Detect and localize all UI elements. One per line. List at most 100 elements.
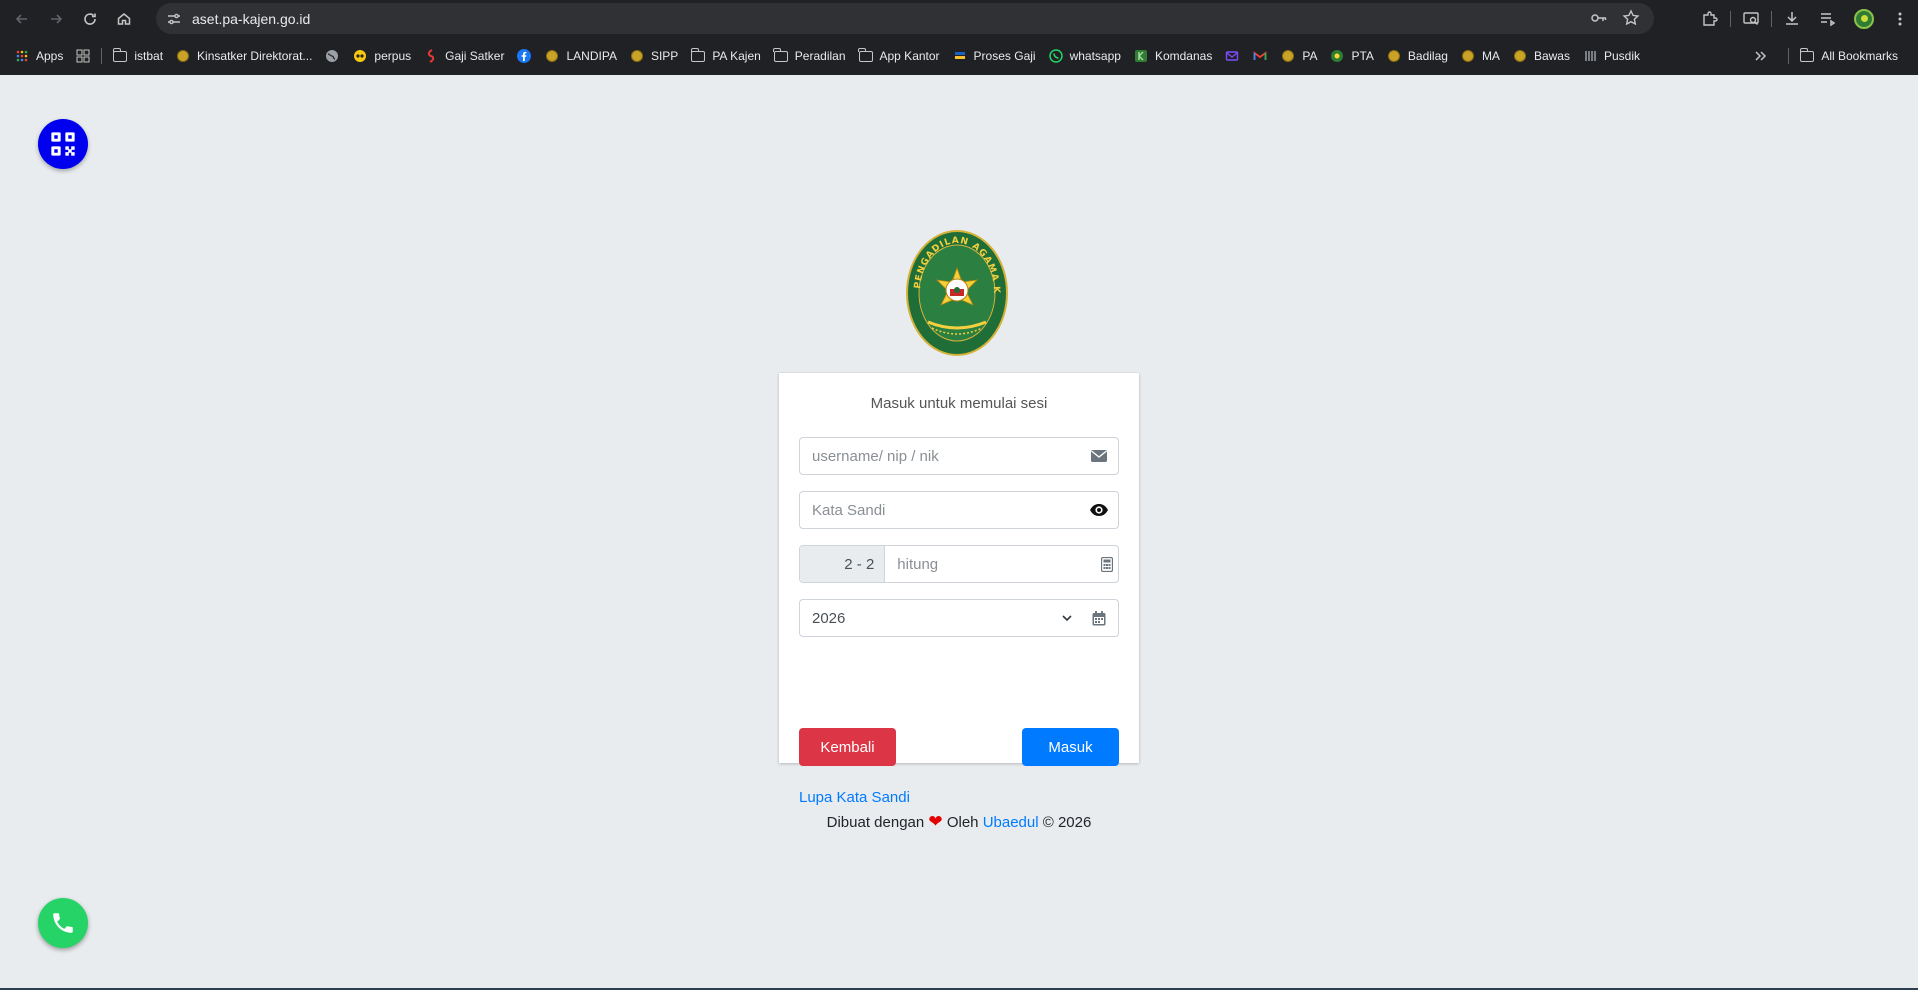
home-button[interactable] — [110, 5, 138, 33]
phone-icon — [53, 913, 73, 933]
url-text[interactable]: aset.pa-kajen.go.id — [192, 11, 310, 27]
bookmark-label: perpus — [374, 49, 412, 63]
year-select-value: 2026 — [812, 609, 846, 627]
more-bookmarks-button[interactable] — [1746, 42, 1774, 70]
bookmark-app-kantor[interactable]: App Kantor — [852, 42, 946, 70]
bookmark-label: istbat — [134, 49, 164, 63]
arrow-left-icon — [15, 13, 27, 24]
bookmark-gaji-satker[interactable]: Gaji Satker — [417, 42, 510, 70]
calculator-icon — [1096, 546, 1118, 582]
bookmark-pusdik[interactable]: Pusdik — [1576, 42, 1646, 70]
download-icon — [1786, 11, 1798, 25]
toolbar-divider — [1771, 10, 1772, 27]
back-nav-button[interactable] — [8, 5, 36, 33]
gaji-icon — [423, 48, 439, 64]
qr-scan-button[interactable] — [38, 119, 88, 169]
back-button[interactable]: Kembali — [799, 728, 896, 766]
profile-button[interactable] — [1846, 1, 1882, 37]
bookmark-proses-gaji[interactable]: Proses Gaji — [946, 42, 1042, 70]
bookmark-kinsatker[interactable]: Kinsatker Direktorat... — [169, 42, 318, 70]
star-icon[interactable] — [1622, 9, 1640, 27]
lens-search-button[interactable] — [1733, 1, 1769, 37]
facebook-icon — [516, 48, 532, 64]
forward-nav-button[interactable] — [42, 5, 70, 33]
username-input[interactable] — [800, 438, 1080, 474]
kebab-menu-icon — [1898, 12, 1902, 25]
browser-toolbar: aset.pa-kajen.go.id — [0, 0, 1918, 37]
mail-icon — [1224, 48, 1240, 64]
folder-icon — [858, 47, 874, 64]
coin-icon — [629, 48, 645, 64]
bookmark-label: PTA — [1351, 49, 1374, 63]
footer-made-with: Dibuat dengan — [826, 814, 925, 831]
bookmark-label: Peradilan — [794, 49, 846, 63]
bookmark-istbat[interactable]: istbat — [106, 42, 169, 70]
forgot-password-link[interactable]: Lupa Kata Sandi — [799, 789, 910, 806]
captcha-answer-input[interactable] — [885, 546, 1097, 582]
whatsapp-contact-button[interactable] — [38, 898, 88, 948]
address-bar[interactable]: aset.pa-kajen.go.id — [156, 3, 1654, 34]
bookmarks-bar-right: All Bookmarks — [1746, 37, 1904, 75]
all-bookmarks-label: All Bookmarks — [1821, 49, 1898, 63]
puzzle-icon — [1703, 10, 1718, 26]
bookmark-label: Badilag — [1407, 49, 1448, 63]
folder-icon — [773, 47, 789, 64]
bookmark-mail[interactable] — [1218, 42, 1246, 70]
coin-icon — [1280, 48, 1296, 64]
bookmark-globe[interactable] — [318, 42, 346, 70]
folder-icon — [112, 47, 128, 64]
year-select[interactable]: 2026 — [800, 600, 1080, 636]
playlist-icon — [1821, 12, 1836, 26]
bookmark-bawas[interactable]: Bawas — [1506, 42, 1576, 70]
bookmarks-divider — [101, 48, 103, 64]
reading-list-button[interactable] — [1810, 1, 1846, 37]
author-link[interactable]: Ubaedul — [983, 814, 1039, 831]
bookmark-whatsapp[interactable]: whatsapp — [1042, 42, 1127, 70]
login-card: Masuk untuk memulai sesi 2 - 2 2026 — [779, 373, 1139, 806]
toolbar-divider — [1730, 10, 1731, 27]
bookmark-perpus[interactable]: perpus — [346, 42, 417, 70]
qr-code-icon — [51, 132, 75, 156]
pusdik-icon — [1582, 48, 1598, 64]
bookmark-label: Bawas — [1533, 49, 1570, 63]
password-field-group — [799, 491, 1119, 529]
calendar-icon — [1080, 600, 1118, 636]
coin-icon — [1386, 48, 1402, 64]
key-icon[interactable] — [1590, 9, 1608, 27]
bookmark-pta[interactable]: PTA — [1323, 42, 1379, 70]
all-bookmarks-button[interactable]: All Bookmarks — [1793, 42, 1904, 70]
bookmark-pa-kajen[interactable]: PA Kajen — [684, 42, 766, 70]
reload-button[interactable] — [76, 5, 104, 33]
bookmark-label: Proses Gaji — [973, 49, 1036, 63]
eye-icon[interactable] — [1080, 492, 1118, 528]
page-content: PENGADILAN AGAMA KAJEN Masuk untuk memul… — [0, 75, 1918, 990]
bookmark-grid[interactable] — [69, 42, 97, 70]
envelope-icon — [1080, 438, 1118, 474]
bookmark-sipp[interactable]: SIPP — [623, 42, 684, 70]
footer-by: Oleh — [946, 814, 979, 831]
bookmark-pa[interactable]: PA — [1274, 42, 1323, 70]
heart-icon: ❤ — [928, 812, 943, 831]
bookmark-landipa[interactable]: LANDIPA — [538, 42, 622, 70]
bookmark-gmail[interactable] — [1246, 42, 1274, 70]
extensions-button[interactable] — [1692, 1, 1728, 37]
bookmark-ma[interactable]: MA — [1454, 42, 1506, 70]
bookmark-badilag[interactable]: Badilag — [1380, 42, 1454, 70]
whatsapp-icon — [1048, 48, 1064, 64]
site-info-icon[interactable] — [164, 9, 184, 29]
bookmark-peradilan[interactable]: Peradilan — [767, 42, 852, 70]
chevron-down-icon — [1062, 615, 1072, 622]
bookmarks-divider — [1788, 48, 1790, 64]
bookmark-label: App Kantor — [879, 49, 940, 63]
menu-button[interactable] — [1882, 1, 1918, 37]
downloads-button[interactable] — [1774, 1, 1810, 37]
login-button[interactable]: Masuk — [1022, 728, 1119, 766]
bookmark-apps[interactable]: Apps — [8, 42, 69, 70]
bookmark-komdanas[interactable]: Komdanas — [1127, 42, 1218, 70]
bookmark-facebook[interactable] — [510, 42, 538, 70]
captcha-question: 2 - 2 — [800, 546, 886, 582]
password-input[interactable] — [800, 492, 1080, 528]
komdanas-icon — [1133, 48, 1149, 64]
captcha-field-group: 2 - 2 — [799, 545, 1119, 583]
year-field-group: 2026 — [799, 599, 1119, 637]
